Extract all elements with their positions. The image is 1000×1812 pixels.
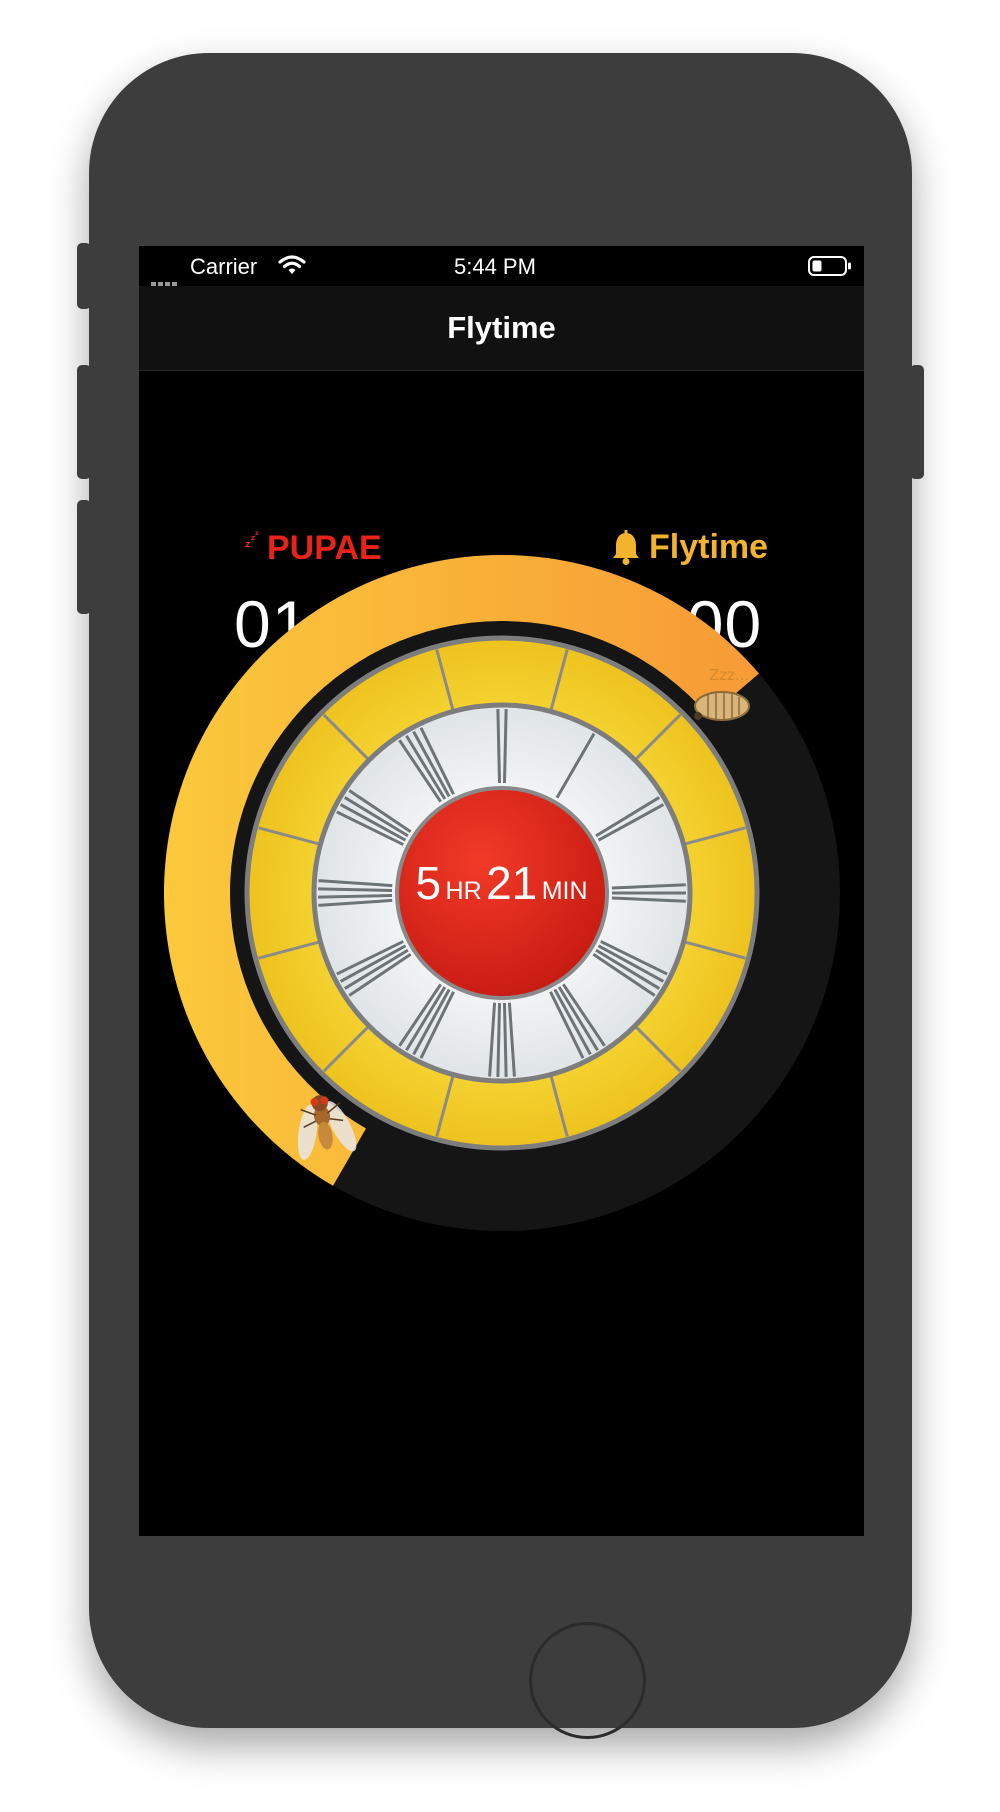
- duration-hours-unit: HR: [445, 877, 482, 905]
- volume-up-button: [77, 365, 91, 479]
- duration-hours: 5: [415, 857, 442, 909]
- mute-switch: [77, 243, 91, 309]
- numeral-stroke: [496, 709, 502, 784]
- zzz-caption: Zzz...: [709, 666, 749, 684]
- numeral-stroke: [502, 709, 508, 784]
- numeral-stroke: [318, 893, 393, 899]
- numeral-stroke: [318, 887, 393, 893]
- numeral-stroke: [496, 1002, 502, 1077]
- home-button[interactable]: [529, 1622, 646, 1739]
- numeral-stroke: [502, 1002, 508, 1077]
- duration-minutes-unit: MIN: [541, 877, 588, 905]
- volume-down-button: [77, 500, 91, 614]
- sleep-duration: 5 HR 21 MIN: [389, 856, 614, 910]
- pupa-icon[interactable]: [694, 691, 750, 721]
- app-screen: Carrier 5:44 PM Flytime z z z PUPAE Flyt…: [139, 246, 864, 1536]
- power-button: [910, 365, 924, 479]
- duration-minutes: 21: [486, 857, 538, 909]
